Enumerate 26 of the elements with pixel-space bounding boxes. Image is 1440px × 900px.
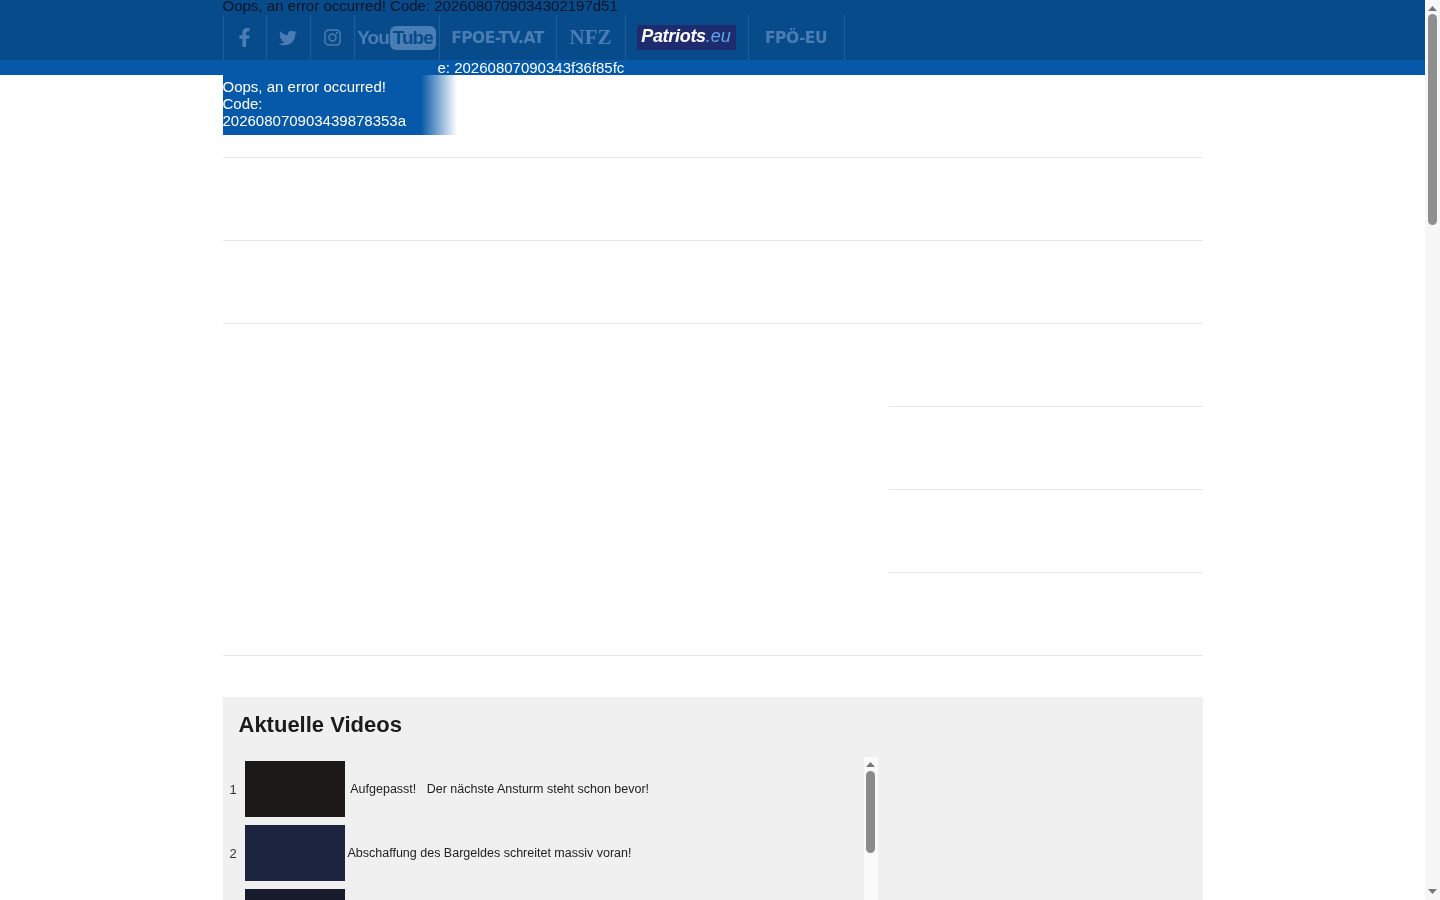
logo-text: Patriots [641, 26, 706, 47]
twitter-icon [279, 28, 297, 47]
error-message: e: 20260807090343f36f85fc [437, 60, 625, 75]
logo-text: FPOE-TV.AT [451, 28, 544, 47]
nav-link[interactable]: Patriots.eu [624, 15, 748, 60]
video-title[interactable]: Abschaffung des Bargeldes schreitet massiv voran! [347, 846, 632, 860]
row-number: 1 [228, 781, 238, 797]
logo-text: You [357, 26, 389, 49]
caret-up-icon[interactable] [1428, 6, 1437, 11]
panel-title: Aktuelle Videos [237, 711, 403, 739]
logo-text: FPÖ-EU [765, 28, 827, 47]
scrollbar[interactable] [863, 757, 878, 900]
caret-down-icon[interactable] [1428, 889, 1437, 894]
logo-text: NFZ [569, 25, 612, 50]
logo-suffix: .eu [705, 26, 731, 47]
caret-up-icon[interactable] [866, 762, 875, 767]
nav-link[interactable]: You Tube [353, 15, 439, 60]
scrollbar[interactable] [1425, 0, 1440, 900]
video-title[interactable]: Aufgepasst! Der nächste Ansturm steht schon bevor! [347, 782, 650, 796]
error-message: Oops, an error occurred! Code: 202608070903439878353a [222, 75, 457, 135]
error-message: Oops, an error occurred! Code: 2026080709034302197d51 [222, 0, 618, 15]
logo-badge: Tube [389, 25, 436, 50]
scrollbar-thumb[interactable] [866, 771, 875, 853]
instagram-icon [322, 28, 342, 47]
row-number: 2 [228, 845, 238, 861]
scrollbar-thumb[interactable] [1428, 14, 1437, 225]
